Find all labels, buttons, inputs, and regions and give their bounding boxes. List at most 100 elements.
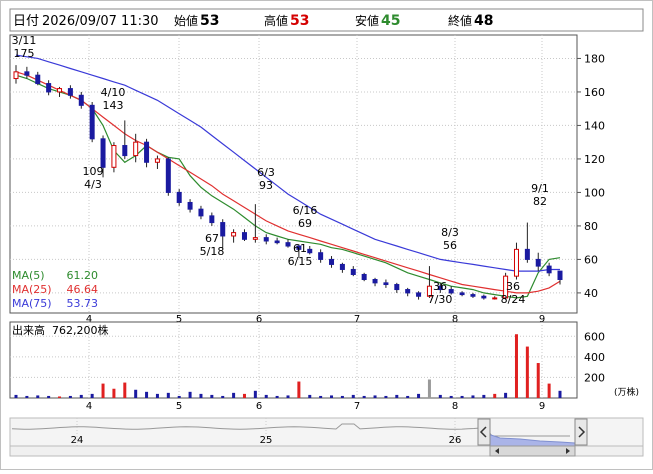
annotation-top: 36 [506,280,520,293]
ma75-legend-value: 53.73 [67,297,99,310]
volume-bar [525,346,529,398]
annotation-top: 9/1 [531,182,549,195]
volume-bar [558,390,562,398]
ma5-legend-label: MA(5) [12,269,45,282]
volume-bar [123,382,127,398]
low-label: 安値 [355,13,379,28]
volume-y-tick-label: 200 [584,371,605,384]
navigator-left-handle[interactable] [477,418,491,446]
price-y-tick-label: 120 [584,153,605,166]
candle-body [405,289,411,294]
navigator-right-handle[interactable] [574,418,588,446]
volume-bar [384,395,388,398]
candle-body [383,282,389,286]
price-panel: 406080100120140160180 3/111754/101431094… [9,34,605,314]
close-label: 終値 [448,13,472,28]
candle-body [165,158,171,193]
candle-body [252,237,258,240]
candle-body [220,222,226,237]
price-y-tick-label: 40 [584,287,598,300]
volume-bar [14,394,18,398]
candle-body [481,295,487,299]
annotation-bottom: 69 [298,217,312,230]
volume-bar [319,395,323,398]
price-y-tick-label: 80 [584,220,598,233]
candle-body [492,297,498,300]
candle-body [285,242,291,247]
volume-bar [232,392,236,398]
volume-bar [90,393,94,398]
volume-bar [101,383,105,398]
candle-body [89,104,95,140]
price-y-tick-label: 140 [584,119,605,132]
low-value: 45 [381,13,400,29]
volume-bar [36,395,40,398]
volume-y-axis: 200 400 600 [584,330,605,384]
volume-bar [330,395,334,398]
x-tick-label: 6 [256,401,262,412]
candle-body [46,83,52,93]
volume-bar [112,388,116,398]
volume-bar [253,390,257,398]
volume-y-tick-label: 400 [584,351,605,364]
candle-body [307,248,313,254]
candle-body [416,292,422,297]
volume-bar [210,394,214,398]
candle-body [24,71,30,76]
candle-body [557,270,563,281]
candle-body [274,240,280,244]
candle-body [57,88,63,93]
navigator-label: 24 [71,435,84,446]
candle-body [524,248,530,260]
volume-bar [79,394,83,398]
volume-bar [134,389,138,398]
volume-bar [242,393,246,398]
volume-bar [373,395,377,398]
candle-body [318,252,324,260]
volume-bar [25,395,29,398]
candle-body [394,284,400,291]
volume-y-tick-label: 600 [584,330,605,343]
candle-body [35,74,41,85]
volume-bar [188,391,192,398]
volume-bar [340,395,344,398]
ma75-legend-label: MA(75) [12,297,52,310]
candle-body [535,258,541,267]
annotation-bottom: 93 [259,179,273,192]
annotation-bottom: 56 [443,239,457,252]
candle-body [513,248,519,277]
range-navigator[interactable]: 24 25 26 [9,417,644,457]
volume-bar [482,394,486,398]
chart-root: 日付 2026/09/07 11:30 始値 53 高値 53 安値 45 終値… [0,0,653,470]
x-tick-label: 5 [176,401,182,412]
volume-panel: 200 400 600 出来高 762,200株 (万株) [9,321,639,399]
volume-bar [504,392,508,398]
volume-bar [449,395,453,398]
annotation-bottom: 8/24 [501,293,526,306]
high-value: 53 [290,13,309,29]
candle-body [78,94,84,106]
ma5-legend-value: 61.20 [67,269,99,282]
navigator-label: 26 [449,435,462,446]
high-label: 高値 [264,13,288,28]
annotation-bottom: 4/3 [84,178,102,191]
annotation-top: 6/3 [257,166,275,179]
navigator-scroll-thumb[interactable] [489,445,576,457]
volume-bar [547,383,551,398]
volume-bar [166,392,170,398]
close-value: 48 [474,13,493,29]
candle-body [372,279,378,284]
volume-bar [264,394,268,398]
x-tick-label: 9 [539,401,545,412]
candle-body [350,268,356,275]
candle-body [546,265,552,274]
x-tick-label: 8 [452,401,458,412]
annotation-top: 61 [293,242,307,255]
annotation-top: 8/3 [441,226,459,239]
date-label: 日付 [13,14,39,29]
volume-bar [427,379,431,398]
annotation-top: 4/10 [101,86,126,99]
volume-bar [438,394,442,398]
candle-body [263,237,269,242]
volume-value: 762,200株 [52,323,109,337]
